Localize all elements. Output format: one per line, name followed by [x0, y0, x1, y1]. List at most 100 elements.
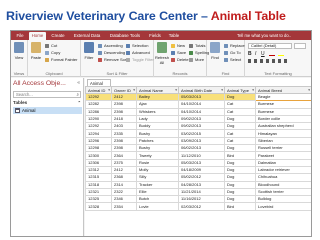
table-cell[interactable]: Silly: [136, 173, 179, 182]
table-cell[interactable]: 12315: [85, 173, 112, 182]
table-row[interactable]: 12282 2398 Ajax 04/10/2014 Cat Burmese: [85, 100, 311, 109]
table-cell[interactable]: 09/02/2013: [178, 114, 225, 124]
tab-table[interactable]: Table: [166, 32, 182, 40]
goto-button[interactable]: Go To: [224, 50, 241, 56]
table-cell[interactable]: 2398: [111, 136, 137, 146]
table-cell[interactable]: 12328: [85, 202, 112, 211]
table-cell[interactable]: 2322: [111, 187, 137, 197]
tab-create[interactable]: Create: [48, 32, 68, 40]
table-cell[interactable]: Himalayan: [255, 129, 311, 138]
table-cell[interactable]: Dog: [224, 180, 256, 189]
table-cell[interactable]: Dog: [224, 187, 256, 197]
table-cell[interactable]: 2398: [111, 144, 137, 153]
table-cell[interactable]: Dalmatian: [255, 158, 311, 167]
table-cell[interactable]: 12282: [85, 100, 112, 109]
table-cell[interactable]: 2375: [111, 158, 137, 167]
table-cell[interactable]: Cat: [224, 129, 256, 138]
table-cell[interactable]: 2403: [111, 122, 137, 131]
table-cell[interactable]: Bushy: [136, 144, 179, 153]
table-cell[interactable]: 04/10/2014: [178, 100, 225, 109]
table-cell[interactable]: Molly: [136, 165, 179, 175]
table-cell[interactable]: 2364: [111, 151, 137, 160]
table-cell[interactable]: Dog: [224, 173, 256, 182]
table-row[interactable]: 12325 2346 Butch 11/16/2012 Dog Bulldog: [85, 195, 311, 204]
replace-button[interactable]: Replace: [224, 43, 245, 49]
table-cell[interactable]: 2314: [111, 180, 137, 189]
table-row[interactable]: 12292 2412 Bailey 05/03/2013 Dog Beagle: [85, 92, 311, 102]
find-button[interactable]: Find: [208, 42, 222, 64]
dropdown-arrow-icon[interactable]: ▾: [133, 88, 135, 92]
table-cell[interactable]: 11/16/2012: [178, 195, 225, 204]
table-cell[interactable]: Rosie: [136, 158, 179, 167]
dropdown-arrow-icon[interactable]: ▾: [308, 88, 310, 92]
table-row[interactable]: 12294 2335 Bushy 03/02/2015 Cat Himalayan: [85, 129, 311, 138]
italic-icon[interactable]: I: [255, 51, 256, 57]
table-cell[interactable]: Dog: [224, 92, 256, 102]
table-cell[interactable]: 03/09/2013: [178, 136, 225, 146]
table-row[interactable]: 12306 2375 Rosie 05/03/2013 Dog Dalmatian: [85, 158, 311, 167]
dropdown-arrow-icon[interactable]: ▾: [221, 88, 223, 92]
table-cell[interactable]: 05/03/2013: [178, 158, 225, 167]
font-color-icon[interactable]: [269, 52, 275, 56]
column-header[interactable]: Animal Name ▾: [136, 86, 179, 94]
table-cell[interactable]: 12290: [85, 114, 112, 124]
table-row[interactable]: 12298 2398 Bushy 06/02/2013 Dog Russell terri…: [85, 144, 311, 153]
table-cell[interactable]: 04/28/2013: [178, 180, 225, 189]
table-cell[interactable]: Dog: [224, 122, 256, 131]
selection-button[interactable]: Selection: [126, 43, 148, 49]
format-painter-button[interactable]: Format Painter: [45, 57, 77, 63]
table-cell[interactable]: 12321: [85, 187, 112, 197]
table-row[interactable]: 12300 2364 Tweety 11/12/2010 Bird Parakeet: [85, 151, 311, 160]
table-cell[interactable]: Cat: [224, 136, 256, 146]
table-cell[interactable]: 12286: [85, 107, 112, 116]
table-cell[interactable]: Bird: [224, 151, 256, 160]
table-cell[interactable]: 12306: [85, 158, 112, 167]
totals-button[interactable]: Totals: [189, 43, 205, 49]
table-cell[interactable]: Cat: [224, 107, 256, 116]
table-cell[interactable]: Australian shepherd: [255, 122, 311, 131]
nav-pane-header[interactable]: All Access Obje... «: [11, 78, 83, 89]
table-cell[interactable]: 2346: [111, 195, 137, 204]
document-tab-animal[interactable]: Animal: [87, 79, 111, 86]
table-cell[interactable]: 06/02/2013: [178, 144, 225, 153]
table-cell[interactable]: Butch: [136, 195, 179, 204]
advanced-button[interactable]: Advanced: [126, 50, 150, 56]
table-cell[interactable]: Dog: [224, 195, 256, 204]
table-row[interactable]: 12312 2412 Molly 04/18/2009 Dog Labrador retr…: [85, 165, 311, 175]
table-cell[interactable]: Buddy: [136, 122, 179, 131]
tab-database-tools[interactable]: Database Tools: [106, 32, 144, 40]
table-cell[interactable]: 12296: [85, 136, 112, 146]
table-cell[interactable]: 12298: [85, 144, 112, 153]
table-cell[interactable]: Siberian: [255, 136, 311, 146]
table-row[interactable]: 12318 2314 Tracker 04/28/2013 Dog Bloodhound: [85, 180, 311, 189]
table-row[interactable]: 12292 2403 Buddy 09/02/2013 Dog Australian sh…: [85, 122, 311, 131]
tab-fields[interactable]: Fields: [146, 32, 164, 40]
table-cell[interactable]: Bailey: [136, 92, 179, 102]
underline-icon[interactable]: U: [261, 51, 265, 57]
table-cell[interactable]: Russell terrier: [255, 144, 311, 153]
tab-external-data[interactable]: External Data: [70, 32, 104, 40]
dropdown-arrow-icon[interactable]: ▾: [108, 88, 110, 92]
table-cell[interactable]: 05/03/2013: [178, 92, 225, 102]
table-cell[interactable]: Burmese: [255, 100, 311, 109]
table-cell[interactable]: Scottish terrier: [255, 187, 311, 197]
font-size-select[interactable]: [294, 43, 306, 49]
table-cell[interactable]: Cat: [224, 100, 256, 109]
table-cell[interactable]: 2398: [111, 107, 137, 116]
table-cell[interactable]: Labrador retriever: [255, 165, 311, 175]
table-cell[interactable]: Beagle: [255, 92, 311, 102]
filter-button[interactable]: Filter: [82, 42, 96, 64]
table-cell[interactable]: Tweety: [136, 151, 179, 160]
table-cell[interactable]: 11/21/2014: [178, 187, 225, 197]
table-row[interactable]: 12290 2418 Lady 09/02/2013 Dog Border collie: [85, 114, 311, 124]
tab-home[interactable]: Home: [29, 32, 46, 40]
alignment-icons[interactable]: [248, 59, 288, 63]
column-header[interactable]: Animal Breed ▾: [255, 86, 311, 94]
table-cell[interactable]: 2418: [111, 114, 137, 124]
column-header[interactable]: Animal ID ▾: [85, 86, 112, 94]
nav-search-input[interactable]: Search... ⌕: [13, 91, 81, 98]
remove-sort-button[interactable]: Remove Sort: [98, 57, 127, 63]
table-cell[interactable]: Burmese: [255, 107, 311, 116]
table-cell[interactable]: 12294: [85, 129, 112, 138]
table-cell[interactable]: 2354: [111, 202, 137, 211]
